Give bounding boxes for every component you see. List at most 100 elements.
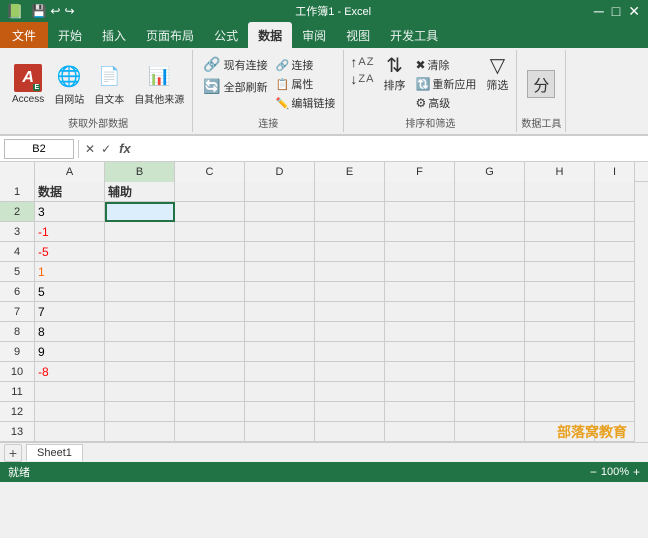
cell-e9[interactable]: [315, 342, 385, 362]
cell-f2[interactable]: [385, 202, 455, 222]
btn-refresh-all[interactable]: 🔄 全部刷新: [199, 76, 271, 97]
cell-e12[interactable]: [315, 402, 385, 422]
cell-b6[interactable]: [105, 282, 175, 302]
cell-f7[interactable]: [385, 302, 455, 322]
cell-a1[interactable]: 数据: [35, 182, 105, 202]
cell-f13[interactable]: [385, 422, 455, 442]
cell-g5[interactable]: [455, 262, 525, 282]
cell-i11[interactable]: [595, 382, 635, 402]
cell-i5[interactable]: [595, 262, 635, 282]
cell-h1[interactable]: [525, 182, 595, 202]
row-header-13[interactable]: 13: [0, 422, 35, 442]
tab-formula[interactable]: 公式: [204, 22, 248, 48]
cell-a8[interactable]: 8: [35, 322, 105, 342]
cell-h8[interactable]: [525, 322, 595, 342]
cell-c7[interactable]: [175, 302, 245, 322]
cell-i9[interactable]: [595, 342, 635, 362]
tab-data[interactable]: 数据: [248, 22, 292, 48]
cell-c5[interactable]: [175, 262, 245, 282]
cell-b1[interactable]: 辅助: [105, 182, 175, 202]
cell-d13[interactable]: [245, 422, 315, 442]
cell-a9[interactable]: 9: [35, 342, 105, 362]
cell-c9[interactable]: [175, 342, 245, 362]
col-header-g[interactable]: G: [455, 162, 525, 182]
row-header-11[interactable]: 11: [0, 382, 35, 402]
cell-f6[interactable]: [385, 282, 455, 302]
row-header-2[interactable]: 2: [0, 202, 35, 222]
cell-e11[interactable]: [315, 382, 385, 402]
tab-review[interactable]: 审阅: [292, 22, 336, 48]
cell-b11[interactable]: [105, 382, 175, 402]
btn-existing-connections[interactable]: 🔗 现有连接: [199, 54, 271, 75]
cell-e10[interactable]: [315, 362, 385, 382]
cell-g7[interactable]: [455, 302, 525, 322]
tab-home[interactable]: 开始: [48, 22, 92, 48]
cell-g13[interactable]: [455, 422, 525, 442]
row-header-10[interactable]: 10: [0, 362, 35, 382]
cell-b3[interactable]: [105, 222, 175, 242]
cell-e4[interactable]: [315, 242, 385, 262]
cell-d9[interactable]: [245, 342, 315, 362]
cell-g8[interactable]: [455, 322, 525, 342]
cell-a5[interactable]: 1: [35, 262, 105, 282]
cell-a6[interactable]: 5: [35, 282, 105, 302]
cell-a10[interactable]: -8: [35, 362, 105, 382]
col-header-d[interactable]: D: [245, 162, 315, 182]
cell-g6[interactable]: [455, 282, 525, 302]
cell-e3[interactable]: [315, 222, 385, 242]
cell-c2[interactable]: [175, 202, 245, 222]
cell-g10[interactable]: [455, 362, 525, 382]
cell-g3[interactable]: [455, 222, 525, 242]
cell-c13[interactable]: [175, 422, 245, 442]
btn-sort[interactable]: ⇅ 排序: [379, 54, 409, 95]
cell-h6[interactable]: [525, 282, 595, 302]
cell-b9[interactable]: [105, 342, 175, 362]
cell-i12[interactable]: [595, 402, 635, 422]
cell-f10[interactable]: [385, 362, 455, 382]
cell-f11[interactable]: [385, 382, 455, 402]
undo-icon[interactable]: ↩: [50, 4, 60, 18]
cell-b10[interactable]: [105, 362, 175, 382]
cell-f8[interactable]: [385, 322, 455, 342]
add-sheet-btn[interactable]: +: [4, 444, 22, 462]
cell-h3[interactable]: [525, 222, 595, 242]
cell-c11[interactable]: [175, 382, 245, 402]
cell-a4[interactable]: -5: [35, 242, 105, 262]
col-header-h[interactable]: H: [525, 162, 595, 182]
cell-h4[interactable]: [525, 242, 595, 262]
cell-b5[interactable]: [105, 262, 175, 282]
cell-c12[interactable]: [175, 402, 245, 422]
cell-h7[interactable]: [525, 302, 595, 322]
btn-advanced[interactable]: ⚙ 高级: [413, 94, 478, 112]
cell-i4[interactable]: [595, 242, 635, 262]
cell-d11[interactable]: [245, 382, 315, 402]
btn-edit-links[interactable]: ✏️ 编辑链接: [274, 94, 338, 112]
cell-a11[interactable]: [35, 382, 105, 402]
cell-f4[interactable]: [385, 242, 455, 262]
tab-insert[interactable]: 插入: [92, 22, 136, 48]
cell-b7[interactable]: [105, 302, 175, 322]
btn-sort-az[interactable]: ↑ A Z: [348, 54, 375, 70]
btn-access[interactable]: A E Access: [8, 62, 48, 107]
cell-h12[interactable]: [525, 402, 595, 422]
cell-g1[interactable]: [455, 182, 525, 202]
cell-a12[interactable]: [35, 402, 105, 422]
cell-e8[interactable]: [315, 322, 385, 342]
col-header-f[interactable]: F: [385, 162, 455, 182]
col-header-c[interactable]: C: [175, 162, 245, 182]
cell-i13[interactable]: [595, 422, 635, 442]
row-header-4[interactable]: 4: [0, 242, 35, 262]
function-btn[interactable]: fx: [115, 141, 135, 156]
cell-h5[interactable]: [525, 262, 595, 282]
cell-a3[interactable]: -1: [35, 222, 105, 242]
cell-h2[interactable]: [525, 202, 595, 222]
cell-g11[interactable]: [455, 382, 525, 402]
cell-c3[interactable]: [175, 222, 245, 242]
btn-from-text[interactable]: 📄 自文本: [90, 60, 128, 108]
cell-b2[interactable]: [105, 202, 175, 222]
btn-split[interactable]: 分: [523, 68, 559, 101]
cell-i10[interactable]: [595, 362, 635, 382]
btn-from-other[interactable]: 📊 自其他来源: [130, 60, 188, 108]
cell-c6[interactable]: [175, 282, 245, 302]
col-header-a[interactable]: A: [35, 162, 105, 182]
